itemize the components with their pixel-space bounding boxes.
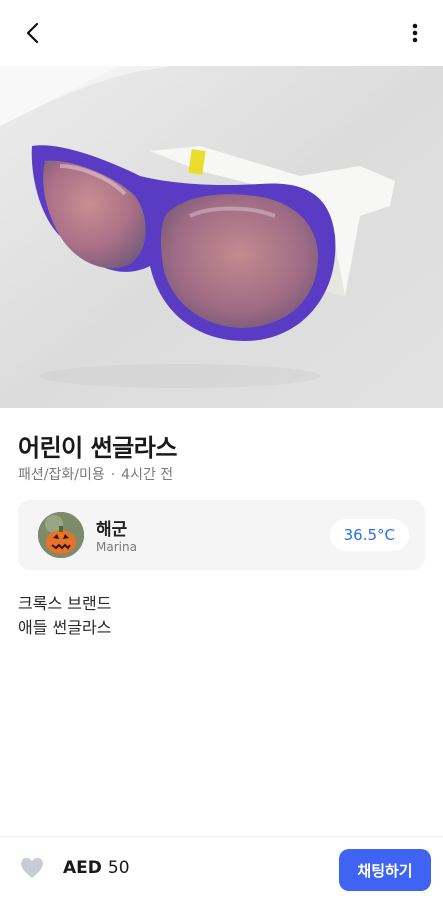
back-button[interactable] <box>18 18 48 48</box>
heart-icon <box>21 858 43 878</box>
currency: AED <box>63 858 102 878</box>
description-line: 애들 썬글라스 <box>18 618 112 637</box>
more-vertical-icon <box>412 23 418 43</box>
bottom-action-bar: AED 50 채팅하기 <box>0 836 443 901</box>
top-bar <box>0 0 443 66</box>
price: AED 50 <box>63 858 130 878</box>
more-options-button[interactable] <box>405 18 425 48</box>
posted-time: 4시간 전 <box>121 467 174 483</box>
like-button[interactable] <box>20 857 44 879</box>
sunglasses-image <box>0 66 443 408</box>
meta-separator: · <box>110 467 116 483</box>
pumpkin-avatar-icon <box>38 512 84 558</box>
seller-location: Marina <box>96 540 137 554</box>
manner-temperature-badge: 36.5°C <box>329 519 409 551</box>
chat-button[interactable]: 채팅하기 <box>339 849 431 891</box>
seller-card[interactable]: 해군 Marina 36.5°C <box>18 500 425 570</box>
product-description: 크록스 브랜드 애들 썬글라스 <box>18 592 111 640</box>
avatar[interactable] <box>38 512 84 558</box>
category-link[interactable]: 패션/잡화/미용 <box>18 467 105 483</box>
price-value: 50 <box>107 858 130 878</box>
product-photo[interactable] <box>0 66 443 408</box>
product-title: 어린이 썬글라스 <box>18 434 177 462</box>
chevron-left-icon <box>26 22 39 44</box>
description-line: 크록스 브랜드 <box>18 594 112 613</box>
seller-name: 해군 <box>96 520 128 540</box>
product-meta: 패션/잡화/미용 · 4시간 전 <box>18 464 173 484</box>
